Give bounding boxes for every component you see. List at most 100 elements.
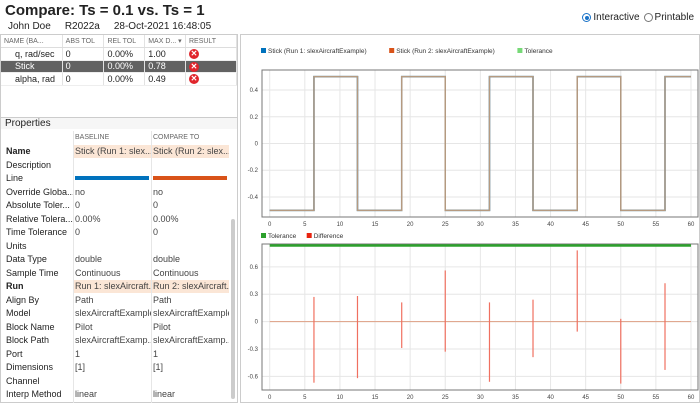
- x-tick-label: 5: [303, 222, 307, 228]
- x-tick-label: 20: [407, 395, 414, 401]
- legend-entry[interactable]: Tolerance: [524, 48, 553, 55]
- user-name: John Doe: [8, 21, 51, 32]
- property-row: Override Globa... no no: [1, 185, 237, 199]
- cell-rel-tol: 0.00%: [103, 47, 146, 61]
- property-row: Absolute Toler... 0 0: [1, 199, 237, 213]
- x-tick-label: 60: [688, 222, 695, 228]
- cell-abs-tol: 0: [62, 72, 105, 86]
- baseline-value: slexAircraftExamp...: [75, 335, 151, 346]
- column-header[interactable]: REL TOL: [103, 35, 146, 48]
- table-row[interactable]: Stick 0 0.00% 0.78 ✕: [1, 60, 238, 73]
- fail-icon: ✕: [188, 74, 199, 85]
- x-tick-label: 25: [442, 222, 449, 228]
- x-tick-label: 55: [653, 395, 660, 401]
- cell-name: Stick: [1, 60, 63, 73]
- x-tick-label: 35: [512, 222, 519, 228]
- property-row: Name Stick (Run 1: slex... Stick (Run 2: s…: [1, 144, 237, 158]
- legend-entry[interactable]: Difference: [314, 233, 344, 240]
- baseline-value: Continuous: [75, 267, 121, 278]
- compare-value: 0: [153, 227, 159, 238]
- baseline-value: double: [75, 254, 103, 265]
- radio-icon[interactable]: [643, 13, 653, 22]
- property-label: Channel: [6, 375, 40, 386]
- x-tick-label: 60: [688, 395, 695, 401]
- x-tick-label: 40: [547, 222, 554, 228]
- left-panel: NAME (BA... ABS TOL REL TOL MAX D... ▾ RESUL…: [0, 34, 238, 403]
- printable-radio[interactable]: Printable: [643, 12, 694, 23]
- baseline-value: 0: [75, 227, 81, 238]
- baseline-line-swatch: [73, 172, 151, 186]
- property-row: Align By Path Path: [1, 293, 237, 307]
- legend-entry[interactable]: Stick (Run 1: slexAircraftExample): [268, 48, 367, 55]
- properties-scrollbar[interactable]: [231, 219, 235, 399]
- compare-value: Run 2: slexAircraft...: [151, 279, 229, 293]
- property-row: Line: [1, 172, 237, 186]
- chart-1[interactable]: Tolerance Difference 0 5 10 15 20 25 30 35 40 45 50 5…: [248, 233, 699, 401]
- property-label: Sample Time: [6, 267, 59, 278]
- compare-value: no: [153, 186, 164, 197]
- property-row: Channel: [1, 374, 237, 388]
- property-label: Model: [6, 308, 31, 319]
- sort-icon[interactable]: ▾: [176, 38, 182, 45]
- property-label: Block Name: [6, 321, 55, 332]
- property-label: Dimensions: [6, 362, 54, 373]
- compare-value: 1: [153, 348, 159, 359]
- cell-name: alpha, rad: [1, 72, 63, 86]
- property-label: Port: [6, 348, 23, 359]
- compare-value: slexAircraftExamp...: [153, 335, 229, 346]
- compare-value: [151, 158, 229, 172]
- property-label: Data Type: [6, 254, 47, 265]
- baseline-value: Pilot: [75, 321, 93, 332]
- properties-table: BASELINE COMPARE TO Name Stick (Run 1: slex…: [1, 131, 237, 401]
- y-tick-label: -0.2: [248, 168, 259, 174]
- radio-selected-icon[interactable]: [582, 13, 592, 22]
- x-tick-label: 15: [372, 222, 379, 228]
- x-tick-label: 20: [407, 222, 414, 228]
- compare-value: linear: [153, 389, 176, 400]
- legend-entry[interactable]: Stick (Run 2: slexAircraftExample): [396, 48, 495, 55]
- property-row: Dimensions [1] [1]: [1, 361, 237, 375]
- plots[interactable]: Stick (Run 1: slexAircraftExample) Stick …: [241, 35, 699, 402]
- legend-entry[interactable]: Tolerance: [268, 233, 297, 240]
- compare-value: double: [153, 254, 181, 265]
- property-row: Time Tolerance 0 0: [1, 226, 237, 240]
- property-label: Description: [6, 159, 52, 170]
- column-header[interactable]: RESULT: [185, 35, 238, 48]
- legend-swatch: [261, 233, 266, 238]
- property-row: Run Run 1: slexAircraft... Run 2: slexAirc…: [1, 279, 237, 293]
- cell-result: ✕: [185, 47, 238, 61]
- cell-result: ✕: [185, 60, 238, 73]
- y-tick-label: -0.6: [248, 374, 259, 380]
- property-label: Override Globa...: [6, 186, 73, 197]
- baseline-value: Run 1: slexAircraft...: [73, 279, 151, 293]
- baseline-value: linear: [75, 389, 98, 400]
- y-tick-label: 0: [255, 142, 259, 148]
- baseline-value: [73, 374, 151, 388]
- y-tick-label: -0.4: [248, 195, 259, 201]
- property-label: Relative Tolera...: [6, 213, 73, 224]
- table-row[interactable]: alpha, rad 0 0.00% 0.49 ✕: [1, 72, 238, 86]
- page-title: Compare: Ts = 0.1 vs. Ts = 1: [5, 2, 205, 19]
- property-row: Description: [1, 158, 237, 172]
- chart-0[interactable]: Stick (Run 1: slexAircraftExample) Stick …: [248, 48, 699, 228]
- table-row[interactable]: q, rad/sec 0 0.00% 1.00 ✕: [1, 47, 238, 61]
- y-tick-label: 0.6: [250, 265, 259, 271]
- column-header[interactable]: ABS TOL: [62, 35, 105, 48]
- y-tick-label: 0.2: [250, 115, 259, 121]
- y-tick-label: 0.4: [250, 88, 259, 94]
- fail-icon: ✕: [188, 49, 199, 60]
- property-label: Line: [6, 173, 24, 184]
- compare-value: Path: [153, 294, 172, 305]
- x-tick-label: 0: [268, 222, 272, 228]
- property-row: Units: [1, 239, 237, 253]
- report-info: John Doe R2022a 28-Oct-2021 16:48:05: [8, 21, 225, 32]
- y-tick-label: -0.3: [248, 347, 259, 353]
- column-header[interactable]: MAX D... ▾: [144, 35, 186, 48]
- x-tick-label: 30: [477, 395, 484, 401]
- column-header[interactable]: NAME (BA...: [1, 35, 63, 48]
- property-row: Relative Tolera... 0.00% 0.00%: [1, 212, 237, 226]
- interactive-radio[interactable]: Interactive: [582, 12, 640, 23]
- property-row: Interp Method linear linear: [1, 388, 237, 402]
- x-tick-label: 25: [442, 395, 449, 401]
- cell-max-diff: 1.00: [144, 47, 186, 61]
